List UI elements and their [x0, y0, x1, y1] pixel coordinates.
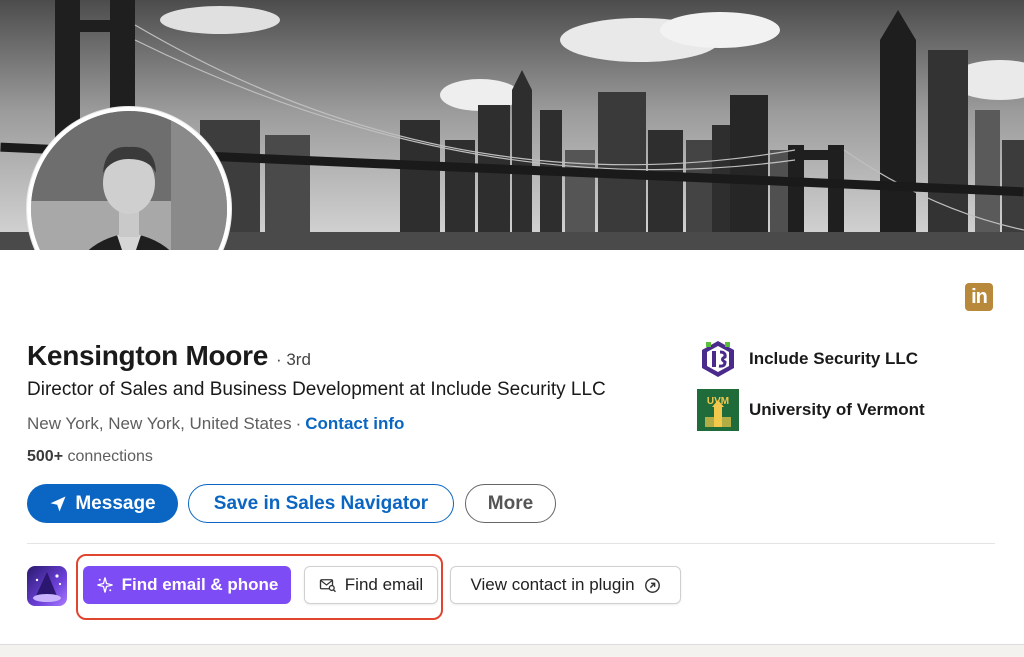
location-separator: ·: [295, 414, 302, 433]
org-item-include-security[interactable]: Include Security LLC: [697, 338, 918, 380]
connections-number: 500+: [27, 448, 64, 465]
message-button[interactable]: Message: [27, 484, 178, 523]
profile-headline: Director of Sales and Business Developme…: [27, 379, 606, 400]
profile-location: New York, New York, United States: [27, 414, 292, 433]
contact-info-link[interactable]: Contact info: [305, 414, 404, 433]
page-background-strip: [0, 645, 1024, 657]
connections-count[interactable]: 500+ connections: [27, 448, 153, 466]
save-in-sales-navigator-button[interactable]: Save in Sales Navigator: [188, 484, 454, 523]
profile-name: Kensington Moore: [27, 340, 268, 371]
connections-label: connections: [67, 448, 153, 465]
more-button[interactable]: More: [465, 484, 556, 523]
sparkle-icon: [96, 577, 113, 593]
save-button-label: Save in Sales Navigator: [213, 492, 429, 514]
find-email-phone-button[interactable]: Find email & phone: [83, 566, 291, 604]
view-contact-in-plugin-button[interactable]: View contact in plugin: [450, 566, 681, 604]
find-email-phone-label: Find email & phone: [121, 575, 279, 594]
more-button-label: More: [487, 492, 534, 514]
org-item-university-of-vermont[interactable]: UVM University of Vermont: [697, 389, 925, 431]
org-name: Include Security LLC: [749, 349, 919, 368]
org-name: University of Vermont: [749, 400, 925, 419]
find-email-label: Find email: [344, 575, 424, 594]
location-row: New York, New York, United States · Contac…: [27, 414, 404, 434]
linkedin-icon[interactable]: in: [965, 283, 993, 311]
external-link-circle-icon: [644, 577, 660, 593]
name-row: Kensington Moore · 3rd: [27, 340, 311, 372]
plugin-wizard-logo-icon[interactable]: [27, 566, 67, 606]
include-security-logo-icon: [697, 338, 739, 380]
find-email-button[interactable]: Find email: [304, 566, 438, 604]
mail-search-icon: [319, 579, 336, 593]
send-icon: [50, 496, 66, 511]
section-divider: [27, 543, 995, 544]
uvm-logo-icon: UVM: [697, 389, 739, 431]
view-contact-label: View contact in plugin: [470, 575, 635, 594]
message-button-label: Message: [75, 492, 156, 514]
connection-degree: · 3rd: [275, 350, 311, 369]
